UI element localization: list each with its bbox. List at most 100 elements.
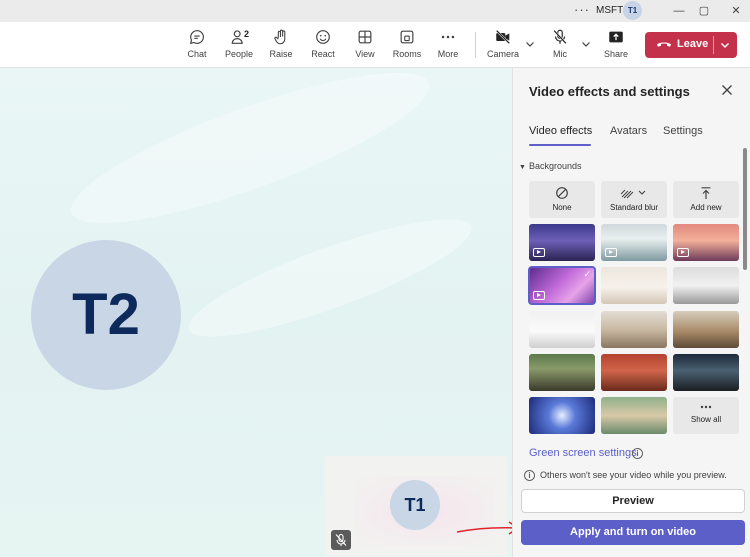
raise-hand-button[interactable]: Raise bbox=[261, 28, 301, 64]
bg-thumbnail[interactable] bbox=[601, 311, 667, 348]
more-button[interactable]: More bbox=[428, 28, 468, 64]
self-video-tile[interactable]: T1 bbox=[325, 456, 507, 556]
tab-settings[interactable]: Settings bbox=[663, 125, 703, 137]
view-label: View bbox=[355, 49, 375, 59]
grid-view-icon bbox=[358, 30, 372, 44]
video-background-icon bbox=[533, 248, 545, 257]
add-new-label: Add new bbox=[690, 203, 722, 212]
backgrounds-section-header[interactable]: ▼ Backgrounds bbox=[519, 161, 581, 171]
participant-avatar: T2 bbox=[31, 240, 181, 390]
minimize-button[interactable]: — bbox=[670, 2, 688, 20]
muted-mic-icon bbox=[335, 533, 347, 546]
bg-option-none[interactable]: None bbox=[529, 181, 595, 218]
preview-button[interactable]: Preview bbox=[521, 489, 745, 513]
camera-off-icon bbox=[495, 29, 511, 45]
rooms-icon bbox=[400, 30, 414, 44]
blur-icon bbox=[620, 189, 646, 199]
raise-label: Raise bbox=[269, 49, 293, 59]
leave-options-chevron-icon[interactable] bbox=[719, 39, 731, 51]
people-label: People bbox=[224, 49, 254, 59]
video-background-icon bbox=[605, 248, 617, 257]
video-background-icon bbox=[677, 248, 689, 257]
chat-icon bbox=[189, 30, 204, 45]
people-button[interactable]: 2 People bbox=[219, 28, 259, 64]
checkmark-icon: ✓ bbox=[583, 269, 591, 279]
rooms-label: Rooms bbox=[392, 49, 422, 59]
tab-avatars[interactable]: Avatars bbox=[610, 125, 647, 137]
bg-thumbnail[interactable] bbox=[529, 311, 595, 348]
meeting-toolbar: Chat 2 People Raise React View Rooms Mor… bbox=[0, 22, 750, 68]
mic-options-chevron-icon[interactable] bbox=[580, 38, 592, 50]
mic-button[interactable]: Mic bbox=[540, 28, 580, 64]
ellipsis-icon bbox=[700, 405, 712, 409]
window-close-button[interactable]: ✕ bbox=[727, 2, 745, 20]
react-label: React bbox=[311, 49, 335, 59]
hand-icon bbox=[274, 29, 286, 45]
bg-thumbnail[interactable] bbox=[673, 224, 739, 261]
share-icon bbox=[609, 31, 623, 43]
bg-thumbnail[interactable] bbox=[529, 397, 595, 434]
share-button[interactable]: Share bbox=[596, 28, 636, 64]
bg-thumbnail[interactable] bbox=[529, 224, 595, 261]
bg-thumbnail-selected[interactable]: ✓ bbox=[528, 266, 596, 305]
green-screen-settings-link[interactable]: Green screen settings bbox=[529, 447, 637, 459]
share-label: Share bbox=[603, 49, 629, 59]
panel-title: Video effects and settings bbox=[529, 84, 690, 99]
panel-scrollbar[interactable] bbox=[743, 148, 747, 270]
upload-icon bbox=[701, 187, 711, 199]
none-icon bbox=[556, 187, 568, 199]
bg-option-standard-blur[interactable]: Standard blur bbox=[601, 181, 667, 218]
account-avatar[interactable]: T1 bbox=[623, 1, 642, 20]
preview-note: Others won't see your video while you pr… bbox=[540, 470, 727, 480]
react-button[interactable]: React bbox=[303, 28, 343, 64]
video-effects-panel: Video effects and settings Video effects… bbox=[512, 68, 750, 557]
show-all-button[interactable]: Show all bbox=[673, 397, 739, 434]
background-streak bbox=[57, 68, 443, 251]
bg-thumbnail[interactable] bbox=[673, 267, 739, 304]
chat-label: Chat bbox=[187, 49, 207, 59]
leave-label: Leave bbox=[677, 38, 709, 50]
rooms-button[interactable]: Rooms bbox=[387, 28, 427, 64]
bg-thumbnail[interactable] bbox=[529, 354, 595, 391]
maximize-button[interactable]: ▢ bbox=[695, 2, 713, 20]
more-options-icon[interactable]: ··· bbox=[574, 2, 590, 17]
hang-up-icon bbox=[657, 42, 671, 47]
meeting-stage: T2 T1 bbox=[0, 68, 512, 557]
mic-label: Mic bbox=[553, 49, 567, 59]
backgrounds-label: Backgrounds bbox=[528, 161, 582, 171]
show-all-label: Show all bbox=[690, 415, 722, 424]
org-name: MSFT bbox=[596, 5, 624, 16]
bg-thumbnail[interactable] bbox=[673, 311, 739, 348]
chat-button[interactable]: Chat bbox=[177, 28, 217, 64]
camera-options-chevron-icon[interactable] bbox=[524, 38, 536, 50]
toolbar-divider bbox=[475, 32, 476, 58]
view-button[interactable]: View bbox=[345, 28, 385, 64]
none-label: None bbox=[552, 203, 572, 212]
video-background-icon bbox=[533, 291, 545, 300]
camera-button[interactable]: Camera bbox=[483, 28, 523, 64]
apply-and-turn-on-video-button[interactable]: Apply and turn on video bbox=[521, 520, 745, 545]
bg-thumbnail[interactable] bbox=[601, 267, 667, 304]
ellipsis-icon bbox=[441, 35, 455, 39]
bg-thumbnail[interactable] bbox=[601, 224, 667, 261]
mic-off-icon bbox=[553, 29, 567, 45]
info-icon[interactable]: i bbox=[632, 448, 643, 459]
smiley-icon bbox=[316, 30, 330, 44]
leave-divider bbox=[713, 36, 714, 54]
tab-video-effects[interactable]: Video effects bbox=[529, 125, 592, 137]
info-icon: i bbox=[524, 470, 535, 481]
bg-thumbnail[interactable] bbox=[601, 397, 667, 434]
bg-thumbnail[interactable] bbox=[673, 354, 739, 391]
self-avatar: T1 bbox=[390, 480, 440, 530]
camera-label: Camera bbox=[486, 49, 519, 59]
title-bar: ··· MSFT T1 — ▢ ✕ bbox=[0, 0, 750, 22]
leave-button[interactable]: Leave bbox=[645, 32, 737, 58]
bg-thumbnail[interactable] bbox=[601, 354, 667, 391]
collapse-triangle-icon: ▼ bbox=[519, 164, 526, 171]
standard-blur-label: Standard blur bbox=[609, 203, 659, 212]
muted-indicator bbox=[331, 530, 351, 550]
people-count: 2 bbox=[244, 29, 250, 39]
bg-option-add-new[interactable]: Add new bbox=[673, 181, 739, 218]
close-icon[interactable] bbox=[719, 82, 735, 98]
more-label: More bbox=[437, 49, 459, 59]
